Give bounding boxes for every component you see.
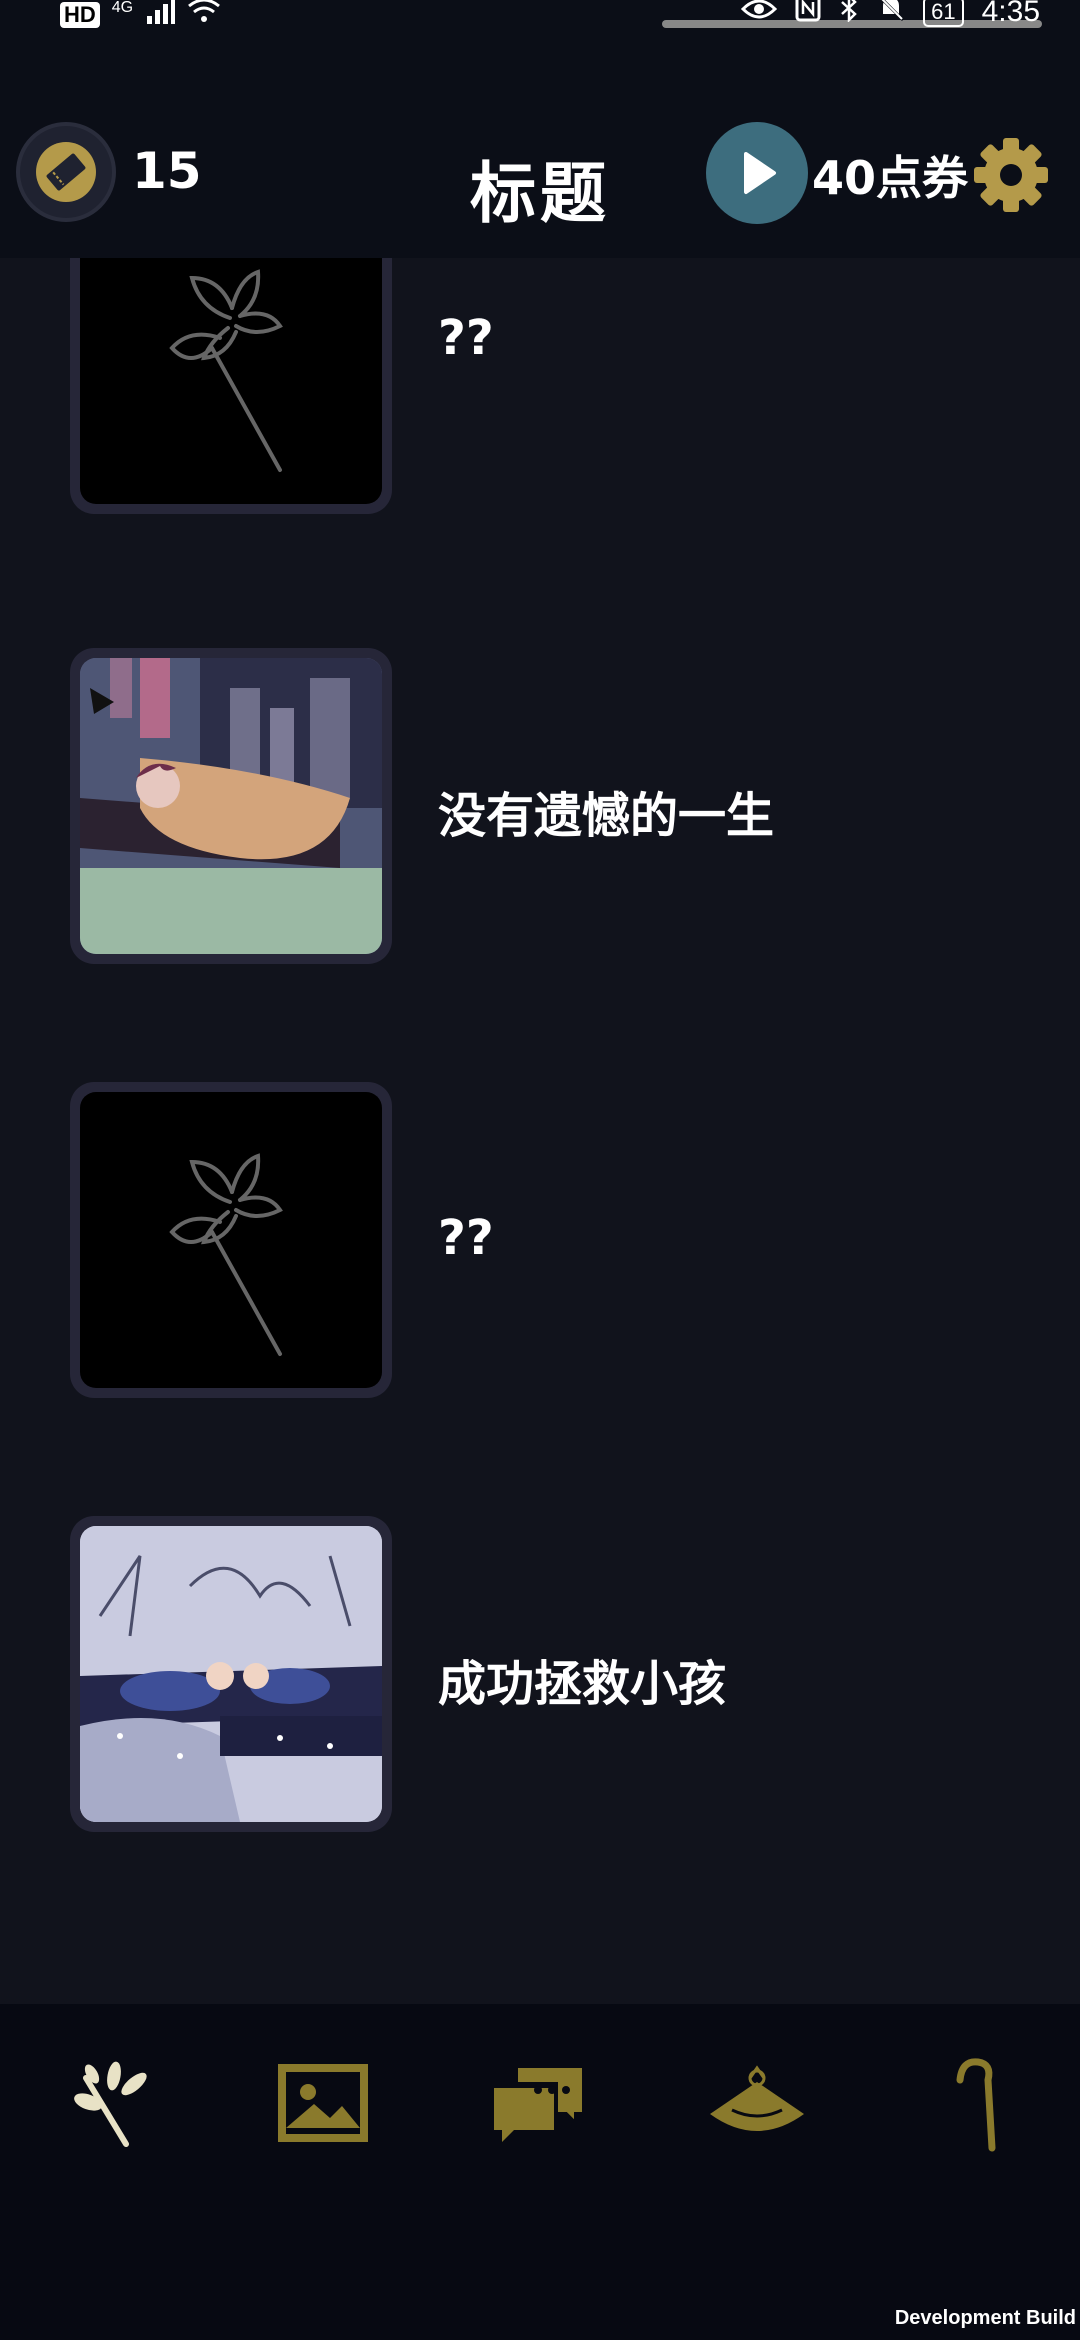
list-item[interactable]: 成功拯救小孩 bbox=[70, 1516, 990, 1836]
chat-icon bbox=[494, 2064, 586, 2142]
flower-silhouette-icon bbox=[169, 1153, 283, 1356]
locked-thumbnail bbox=[70, 1082, 392, 1398]
nav-branch-button[interactable] bbox=[56, 2048, 166, 2158]
night-rescue-illustration bbox=[80, 1526, 382, 1822]
hat-icon bbox=[710, 2065, 804, 2131]
wifi-icon bbox=[187, 0, 221, 32]
play-icon bbox=[744, 152, 776, 194]
nav-hat-button[interactable] bbox=[702, 2048, 812, 2158]
nav-messages-button[interactable] bbox=[484, 2048, 594, 2158]
nav-gallery-button[interactable] bbox=[268, 2048, 378, 2158]
build-label: Development Build bbox=[894, 2307, 1076, 2329]
achievement-title: 没有遗憾的一生 bbox=[438, 788, 775, 844]
list-item[interactable]: ?? bbox=[70, 258, 990, 518]
list-item[interactable]: ?? bbox=[70, 1082, 990, 1402]
status-left: HD 4G bbox=[60, 0, 221, 30]
points-label: 40点券 bbox=[812, 151, 969, 205]
status-bar: HD 4G 61 4:35 bbox=[0, 0, 1080, 46]
eye-icon bbox=[741, 0, 778, 29]
branch-icon bbox=[74, 2061, 147, 2147]
clock: 4:35 bbox=[981, 0, 1040, 28]
achievement-list[interactable]: ?? 没有遗憾的一生 ?? 成功拯救小孩 bbox=[0, 258, 1080, 2000]
play-ad-button[interactable] bbox=[706, 122, 808, 224]
battery-level: 61 bbox=[923, 0, 964, 27]
status-right: 61 4:35 bbox=[741, 0, 1040, 30]
achievement-title: ?? bbox=[438, 1210, 494, 1266]
nfc-icon bbox=[795, 0, 821, 30]
settings-button[interactable] bbox=[972, 136, 1050, 214]
mute-bell-icon bbox=[877, 0, 905, 30]
top-header: 15 标题 40点券 bbox=[0, 46, 1080, 258]
bedroom-sleep-illustration bbox=[80, 658, 382, 954]
bottom-nav: Development Build bbox=[0, 2004, 1080, 2340]
achievement-thumbnail bbox=[70, 1516, 392, 1832]
gear-icon bbox=[974, 138, 1048, 212]
hd-indicator: HD bbox=[60, 2, 100, 28]
signal-icon bbox=[145, 0, 176, 32]
battery-icon: 61 bbox=[923, 0, 964, 27]
picture-icon bbox=[278, 2064, 368, 2142]
achievement-title: 成功拯救小孩 bbox=[438, 1656, 727, 1712]
achievement-thumbnail bbox=[70, 648, 392, 964]
achievement-title: ?? bbox=[438, 310, 494, 366]
list-item[interactable]: 没有遗憾的一生 bbox=[70, 648, 990, 968]
bluetooth-icon bbox=[839, 0, 859, 30]
locked-thumbnail bbox=[70, 258, 392, 514]
cane-icon bbox=[956, 2058, 996, 2152]
signal-type: 4G bbox=[111, 0, 134, 16]
flower-silhouette-icon bbox=[169, 269, 283, 472]
nav-cane-button[interactable] bbox=[920, 2048, 1030, 2158]
